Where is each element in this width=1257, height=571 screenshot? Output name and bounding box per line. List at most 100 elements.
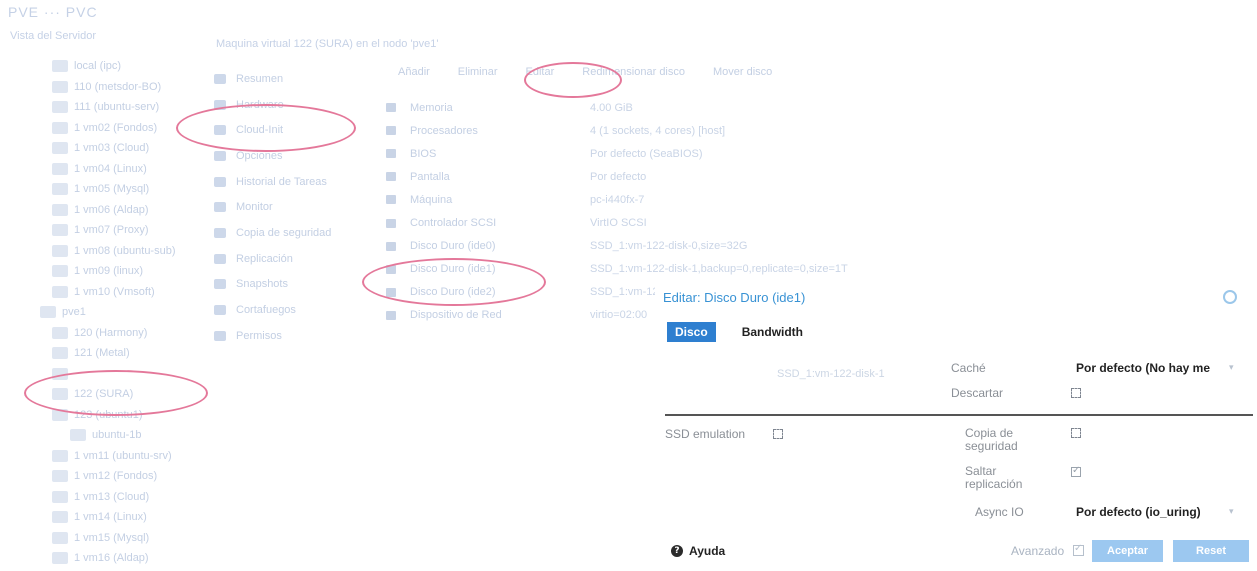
- tree-item[interactable]: 111 (ubuntu-serv): [40, 97, 200, 118]
- async-io-label: Async IO: [975, 505, 1024, 519]
- close-icon[interactable]: [1223, 290, 1237, 304]
- tree-item[interactable]: 1 vm05 (Mysql): [40, 179, 200, 200]
- vm-icon: [52, 244, 68, 257]
- reset-button[interactable]: Reset: [1173, 540, 1249, 562]
- chevron-down-icon[interactable]: ▾: [1229, 507, 1234, 517]
- tree-item[interactable]: 1 vm06 (Aldap): [40, 200, 200, 221]
- vm-nav-item[interactable]: Permisos: [214, 323, 374, 349]
- hardware-key: Memoria: [410, 101, 453, 114]
- hardware-row[interactable]: BIOS Por defecto (SeaBIOS): [386, 142, 906, 165]
- cache-select[interactable]: Por defecto (No hay me: [1076, 361, 1210, 375]
- tree-item[interactable]: 1 vm16 (Aldap): [40, 548, 200, 569]
- tree-item[interactable]: 1 vm12 (Fondos): [40, 466, 200, 487]
- vm-nav-label: Replicación: [236, 252, 293, 265]
- nav-icon: [214, 253, 226, 264]
- tree-item-label: 1 vm11 (ubuntu-srv): [74, 449, 172, 462]
- annotation-ellipse-disk-ide1: [362, 258, 546, 306]
- tree-item-label: 1 vm14 (Linux): [74, 511, 147, 524]
- hardware-toolbar-button[interactable]: Añadir: [398, 66, 430, 78]
- tree-item-label: 121 (Metal): [74, 347, 130, 360]
- tree-item[interactable]: 120 (Harmony): [40, 323, 200, 344]
- tree-item-label: 1 vm13 (Cloud): [74, 490, 150, 503]
- tree-item[interactable]: pve1: [40, 302, 200, 323]
- tree-item[interactable]: local (ipc): [40, 56, 200, 77]
- tree-item[interactable]: 1 vm14 (Linux): [40, 507, 200, 528]
- advanced-label: Avanzado: [1011, 544, 1065, 558]
- tree-item-label: 1 vm15 (Mysql): [74, 531, 150, 544]
- skip-replication-checkbox[interactable]: [1071, 465, 1081, 477]
- hardware-key: Controlador SCSI: [410, 217, 497, 230]
- advanced-checkbox[interactable]: [1073, 543, 1084, 556]
- server-view-label: Vista del Servidor: [10, 30, 97, 42]
- vm-icon: [52, 326, 68, 339]
- vm-nav-item[interactable]: Resumen: [214, 66, 374, 92]
- tree-item-label: 110 (metsdor-BO): [74, 80, 162, 93]
- vm-nav-item[interactable]: Replicación: [214, 246, 374, 272]
- hardware-toolbar-button[interactable]: Eliminar: [458, 66, 498, 78]
- hardware-icon: [386, 172, 396, 182]
- tree-item[interactable]: 1 vm08 (ubuntu-sub): [40, 241, 200, 262]
- vm-icon: [52, 531, 68, 544]
- tree-item-label: 1 vm03 (Cloud): [74, 142, 150, 155]
- async-io-select[interactable]: Por defecto (io_uring): [1076, 505, 1201, 519]
- hardware-row[interactable]: Máquina pc-i440fx-7: [386, 188, 906, 211]
- help-button[interactable]: ? Ayuda: [671, 544, 725, 558]
- tree-item[interactable]: 1 vm13 (Cloud): [40, 487, 200, 508]
- backup-checkbox[interactable]: [1071, 428, 1081, 438]
- vm-nav-item[interactable]: Monitor: [214, 194, 374, 220]
- nav-icon: [214, 330, 226, 341]
- chevron-down-icon[interactable]: ▾: [1229, 363, 1234, 373]
- vm-icon: [52, 183, 68, 196]
- tree-item[interactable]: 1 vm10 (Vmsoft): [40, 282, 200, 303]
- hardware-row[interactable]: Memoria 4.00 GiB: [386, 96, 906, 119]
- tab-disco[interactable]: Disco: [667, 322, 716, 342]
- cache-label: Caché: [951, 361, 986, 375]
- ssd-emulation-label: SSD emulation: [665, 427, 746, 441]
- vm-icon: [52, 347, 68, 360]
- disk-image-value: SSD_1:vm-122-disk-1: [777, 368, 885, 380]
- vm-nav-item[interactable]: Cortafuegos: [214, 297, 374, 323]
- hardware-icon: [386, 241, 396, 251]
- vm-icon: [52, 285, 68, 298]
- hardware-row[interactable]: Pantalla Por defecto: [386, 165, 906, 188]
- vm-icon: [52, 162, 68, 175]
- tree-item[interactable]: 121 (Metal): [40, 343, 200, 364]
- tree-item-label: 1 vm05 (Mysql): [74, 183, 150, 196]
- hardware-row[interactable]: Controlador SCSI VirtIO SCSI: [386, 211, 906, 234]
- hardware-key: BIOS: [410, 147, 437, 160]
- ssd-emulation-checkbox[interactable]: [773, 429, 783, 439]
- dialog-title: Editar: Disco Duro (ide1): [663, 290, 806, 305]
- hardware-value: SSD_1:vm-122-disk-1,backup=0,replicate=0…: [590, 263, 848, 276]
- vm-nav-label: Cortafuegos: [236, 304, 296, 317]
- annotation-ellipse-hardware: [176, 104, 356, 152]
- tree-item[interactable]: 1 vm03 (Cloud): [40, 138, 200, 159]
- tree-item[interactable]: 1 vm07 (Proxy): [40, 220, 200, 241]
- tree-item[interactable]: 1 vm09 (linux): [40, 261, 200, 282]
- hardware-value: SSD_1:vm-122-disk-0,size=32G: [590, 240, 748, 253]
- discard-checkbox[interactable]: [1071, 388, 1081, 398]
- help-label: Ayuda: [689, 544, 726, 558]
- tree-item[interactable]: 1 vm15 (Mysql): [40, 528, 200, 549]
- hardware-toolbar-button[interactable]: Mover disco: [713, 66, 772, 78]
- vm-nav-item[interactable]: Copia de seguridad: [214, 220, 374, 246]
- tree-item[interactable]: 1 vm04 (Linux): [40, 159, 200, 180]
- vm-nav-item[interactable]: Historial de Tareas: [214, 169, 374, 195]
- tree-item[interactable]: 1 vm11 (ubuntu-srv): [40, 446, 200, 467]
- tree-item-label: 1 vm08 (ubuntu-sub): [74, 244, 176, 257]
- hardware-row[interactable]: Procesadores 4 (1 sockets, 4 cores) [host…: [386, 119, 906, 142]
- vm-nav-item[interactable]: Snapshots: [214, 272, 374, 298]
- nav-icon: [214, 150, 226, 161]
- tree-item[interactable]: 110 (metsdor-BO): [40, 77, 200, 98]
- tree-item-label: 111 (ubuntu-serv): [74, 101, 160, 114]
- nav-icon: [214, 227, 226, 238]
- hardware-key: Dispositivo de Red: [410, 309, 502, 322]
- hardware-row[interactable]: Disco Duro (ide0) SSD_1:vm-122-disk-0,siz…: [386, 235, 906, 258]
- tree-item[interactable]: ubuntu-1b: [40, 425, 200, 446]
- accept-button[interactable]: Aceptar: [1092, 540, 1163, 562]
- tab-bandwidth[interactable]: Bandwidth: [734, 322, 811, 342]
- tree-item-label: pve1: [62, 306, 86, 319]
- annotation-ellipse-editar: [524, 62, 622, 98]
- vm-nav-label: Permisos: [236, 329, 282, 342]
- hardware-key: Pantalla: [410, 170, 450, 183]
- question-icon: ?: [671, 545, 683, 557]
